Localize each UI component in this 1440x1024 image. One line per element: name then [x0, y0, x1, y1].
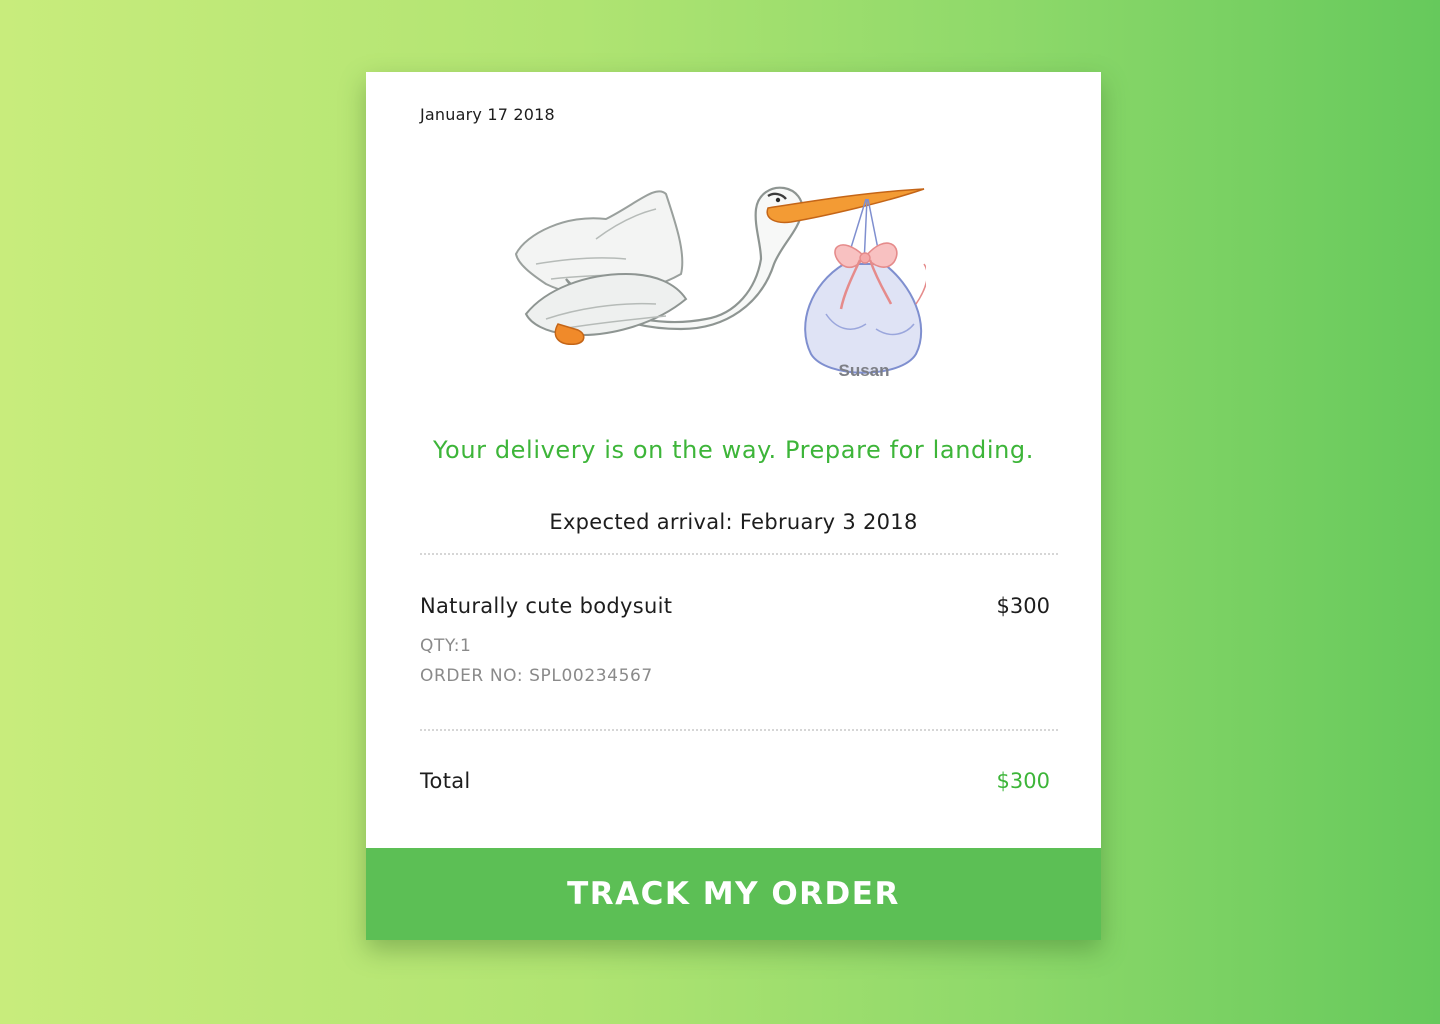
order-confirmation-card: January 17 2018 Susan Your delivery is o…	[366, 72, 1101, 940]
order-date: January 17 2018	[420, 105, 555, 124]
total-value: $300	[996, 769, 1050, 793]
item-quantity: QTY:1	[420, 636, 472, 656]
divider	[420, 553, 1058, 555]
bundle-name-label: Susan	[838, 361, 889, 380]
item-name: Naturally cute bodysuit	[420, 594, 673, 618]
total-label: Total	[420, 769, 471, 793]
stork-illustration: Susan	[514, 186, 926, 380]
track-order-button[interactable]: TRACK MY ORDER	[366, 848, 1101, 940]
order-number: ORDER NO: SPL00234567	[420, 666, 653, 686]
divider	[420, 729, 1058, 731]
item-price: $300	[996, 594, 1050, 618]
delivery-headline: Your delivery is on the way. Prepare for…	[432, 436, 1034, 464]
expected-arrival: Expected arrival: February 3 2018	[549, 510, 918, 534]
